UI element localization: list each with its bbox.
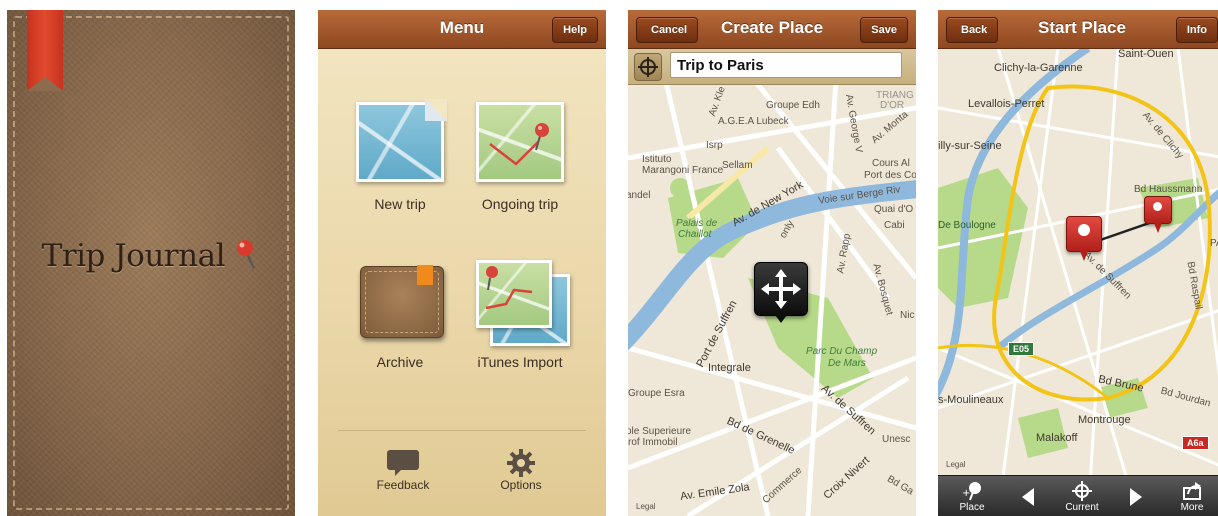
more-button[interactable]: More [1164,480,1218,513]
map-label: illy-sur-Seine [938,140,1002,152]
map-label: Saint-Ouen [1118,48,1174,60]
feedback-button[interactable]: Feedback [358,448,448,492]
map-label: Groupe Esra [628,388,685,399]
highway-badge: E05 [1008,342,1035,356]
map-label: D'OR [880,100,905,111]
map-label: Isrp [706,140,723,151]
map-label: Montrouge [1078,414,1131,426]
map-label: Groupe Edh [766,100,820,111]
map-label: A.G.E.A Lubeck [718,116,789,127]
map-label: Bd Haussmann [1134,184,1203,195]
back-button[interactable]: Back [946,17,999,43]
map-label: Quai d'O [874,204,914,215]
cancel-button[interactable]: Cancel [636,17,699,43]
previous-button[interactable] [1000,486,1056,511]
map-toolbar: + Place Current More [938,475,1218,516]
map-label: Palais de [676,218,718,229]
highway-badge: A6a [1182,436,1209,450]
crosshair-icon [1054,480,1110,502]
map-label: s-Moulineaux [938,394,1004,406]
start-place-screen: Saint-Ouen Clichy-la-Garenne Levallois-P… [938,10,1218,516]
share-icon [1164,480,1218,502]
app-title-text: Trip Journal [41,238,226,274]
map-label: Port des Co [864,170,916,181]
map-label: rof Immobil [628,437,678,448]
gear-icon [476,448,566,478]
archive-label: Archive [376,354,424,370]
map-background [938,48,1218,516]
map-label: Cabi [884,220,905,231]
create-place-map[interactable]: Groupe Edh A.G.E.A Lubeck Isrp Istituto … [628,48,916,516]
feedback-label: Feedback [376,478,430,492]
map-label: Cours Al [872,158,910,169]
cover-screen: Trip Journal [7,10,295,516]
add-place-button[interactable]: + Place [944,480,1000,513]
options-button[interactable]: Options [476,448,566,492]
new-trip-label: New trip [374,196,426,212]
help-button[interactable]: Help [552,17,598,43]
place-pin-start[interactable] [1066,216,1102,261]
map-label: Malakoff [1036,432,1078,444]
crosshair-icon [638,57,658,77]
menu-screen: Menu Help New trip Ongoing trip Archive [318,10,606,516]
current-label: Current [1065,502,1099,513]
svg-text:+: + [962,488,970,499]
next-button[interactable] [1108,486,1164,511]
place-name-bar [628,48,916,85]
legal-link[interactable]: Legal [946,460,966,469]
archive-wallet-icon [356,260,444,340]
map-label: Clichy-la-Garenne [994,62,1083,74]
place-pin-end[interactable] [1144,196,1172,233]
app-title: Trip Journal [7,238,295,274]
map-label: Unesc [882,434,911,445]
legal-link[interactable]: Legal [636,502,656,511]
map-label: Parc Du Champ [806,346,878,357]
place-label: Place [959,502,985,513]
move-arrows-icon [761,269,801,309]
arrow-right-icon [1130,488,1142,506]
map-label: PA [1210,238,1218,249]
locate-button[interactable] [634,53,662,81]
map-label: Nic [900,310,915,321]
options-label: Options [500,478,542,492]
ongoing-trip-label: Ongoing trip [481,196,559,212]
map-pin-icon [237,240,256,269]
new-trip-button[interactable]: New trip [340,99,460,212]
map-label: Chaillot [678,229,712,240]
menu-divider [338,430,586,431]
place-name-input[interactable] [670,52,902,78]
more-label: More [1180,502,1204,513]
itunes-import-button[interactable]: iTunes Import [460,260,580,370]
start-place-map[interactable]: Saint-Ouen Clichy-la-Garenne Levallois-P… [938,48,1218,516]
map-label: De Mars [828,358,866,369]
map-label: Levallois-Perret [968,98,1045,110]
archive-button[interactable]: Archive [340,260,460,370]
map-label: ole Superieure [628,426,692,437]
create-place-navbar: Create Place Cancel Save [628,10,916,49]
current-location-button[interactable]: Current [1054,480,1110,513]
bookmark-ribbon [27,10,63,91]
speech-bubble-icon [358,448,448,478]
info-button[interactable]: Info [1175,17,1218,43]
new-trip-icon [356,99,447,182]
ongoing-trip-icon [476,102,564,182]
map-label: Marangoni France [642,165,724,176]
map-label: andel [628,190,651,201]
map-label: Istituto [642,154,672,165]
create-place-screen: Groupe Edh A.G.E.A Lubeck Isrp Istituto … [628,10,916,516]
map-label: Sellam [722,160,753,171]
map-label: De Boulogne [938,220,996,231]
map-label: Integrale [708,362,751,374]
arrow-left-icon [1022,488,1034,506]
menu-navbar: Menu Help [318,10,606,49]
itunes-import-label: iTunes Import [477,354,563,370]
add-pin-icon: + [944,480,1000,502]
ongoing-trip-button[interactable]: Ongoing trip [460,102,580,212]
move-handle[interactable] [754,262,808,323]
start-place-navbar: Start Place Back Info [938,10,1218,49]
save-button[interactable]: Save [860,17,908,43]
itunes-import-icon [476,260,570,346]
